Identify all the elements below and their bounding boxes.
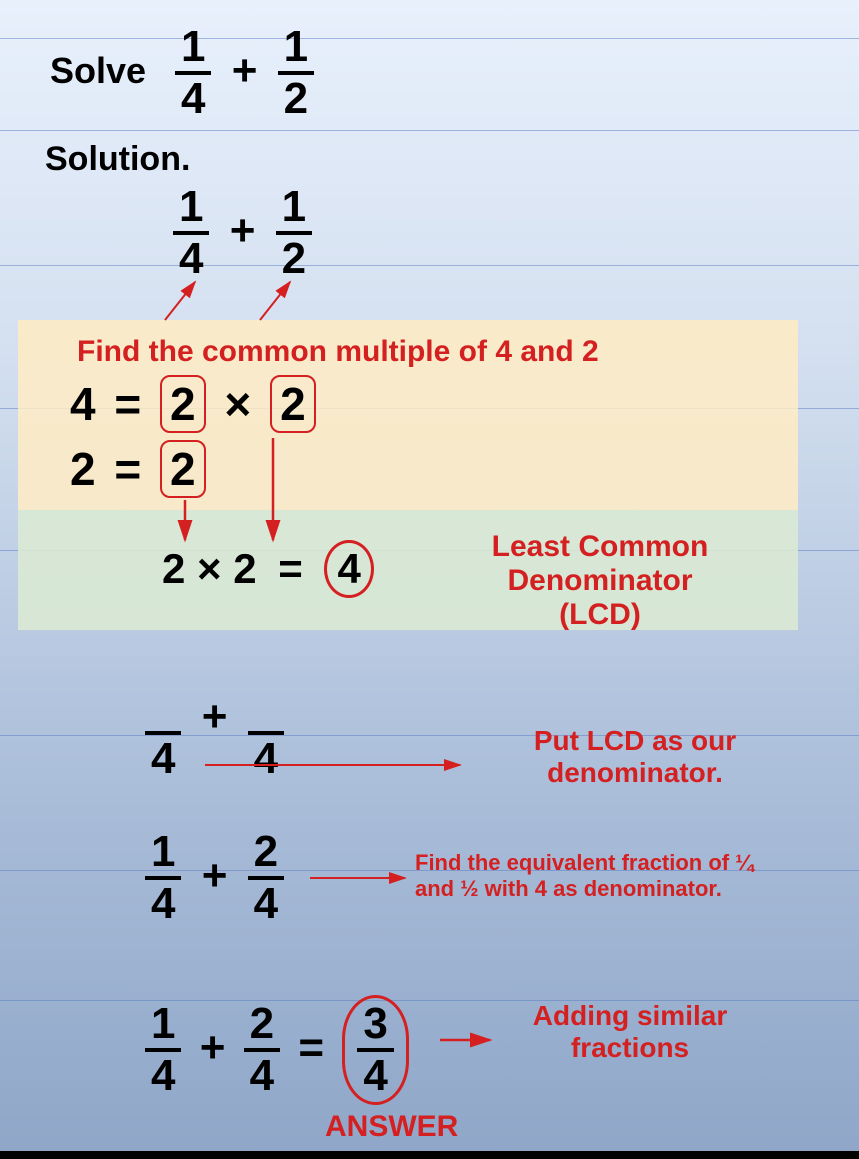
- note-line: Find the equivalent fraction of ¼: [415, 850, 835, 876]
- adding-similar-note: Adding similar fractions: [500, 1000, 760, 1064]
- restated-expression: 1 4 + 1 2: [173, 185, 312, 281]
- fraction-denominator: 2: [276, 231, 312, 281]
- bottom-bar: [0, 1151, 859, 1159]
- lcd-lhs: 2 × 2: [162, 545, 257, 592]
- note-line: Adding similar: [500, 1000, 760, 1032]
- solution-label: Solution.: [45, 140, 190, 179]
- blank-numerator: [254, 685, 278, 731]
- factor-lhs: 4: [70, 378, 96, 430]
- solve-label: Solve: [50, 50, 146, 92]
- plus-sign: +: [194, 692, 236, 741]
- lcd-label-line1: Least Common Denominator: [410, 530, 790, 598]
- equals-sign: =: [292, 1023, 330, 1072]
- factor-line-2: 2 = 2: [70, 440, 206, 498]
- lcd-label: Least Common Denominator (LCD): [410, 530, 790, 632]
- fraction-numerator: 1: [173, 185, 209, 231]
- fraction-denominator: 4: [244, 1048, 280, 1098]
- fraction-denominator: 4: [248, 731, 284, 781]
- plus-sign: +: [194, 851, 236, 900]
- factor-instruction: Find the common multiple of 4 and 2: [77, 335, 599, 369]
- equals-sign: =: [268, 545, 313, 592]
- circled-answer: 3 4: [342, 995, 408, 1105]
- fraction-numerator: 3: [357, 1002, 393, 1048]
- plus-sign: +: [194, 1023, 232, 1072]
- fraction-denominator: 4: [145, 1048, 181, 1098]
- plus-sign: +: [222, 206, 264, 255]
- boxed-factor: 2: [160, 375, 206, 433]
- fraction-numerator: 1: [145, 1002, 181, 1048]
- fraction-denominator: 4: [248, 876, 284, 926]
- factor-lhs: 2: [70, 443, 96, 495]
- factor-line-4: 4 = 2 × 2: [70, 375, 316, 433]
- fraction-denominator: 4: [145, 876, 181, 926]
- note-line: Put LCD as our: [485, 725, 785, 757]
- fraction-numerator: 1: [145, 830, 181, 876]
- fraction-numerator: 2: [248, 830, 284, 876]
- equals-sign: =: [108, 378, 147, 430]
- problem-expression: 1 4 + 1 2: [175, 25, 314, 121]
- note-line: fractions: [500, 1032, 760, 1064]
- note-line: and ½ with 4 as denominator.: [415, 876, 835, 902]
- equivalent-note: Find the equivalent fraction of ¼ and ½ …: [415, 850, 835, 902]
- blank-fraction-sum: 4 + 4: [145, 685, 284, 781]
- final-sum: 1 4 + 2 4 = 3 4: [145, 995, 409, 1105]
- plus-sign: +: [224, 46, 266, 95]
- fraction-denominator: 2: [278, 71, 314, 121]
- fraction-denominator: 4: [175, 71, 211, 121]
- answer-label: ANSWER: [325, 1110, 458, 1144]
- fraction-numerator: 1: [175, 25, 211, 71]
- put-lcd-note: Put LCD as our denominator.: [485, 725, 785, 789]
- equals-sign: =: [108, 443, 147, 495]
- lcd-expression: 2 × 2 = 4: [162, 540, 374, 598]
- lcd-label-line2: (LCD): [410, 598, 790, 632]
- fraction-numerator: 1: [278, 25, 314, 71]
- blank-numerator: [151, 685, 175, 731]
- times-sign: ×: [218, 378, 257, 430]
- fraction-denominator: 4: [173, 231, 209, 281]
- boxed-factor: 2: [270, 375, 316, 433]
- fraction-numerator: 1: [276, 185, 312, 231]
- note-line: denominator.: [485, 757, 785, 789]
- fraction-denominator: 4: [145, 731, 181, 781]
- fraction-numerator: 2: [244, 1002, 280, 1048]
- fraction-denominator: 4: [357, 1048, 393, 1098]
- boxed-factor: 2: [160, 440, 206, 498]
- circled-lcd: 4: [324, 540, 373, 598]
- equivalent-fraction-sum: 1 4 + 2 4: [145, 830, 284, 926]
